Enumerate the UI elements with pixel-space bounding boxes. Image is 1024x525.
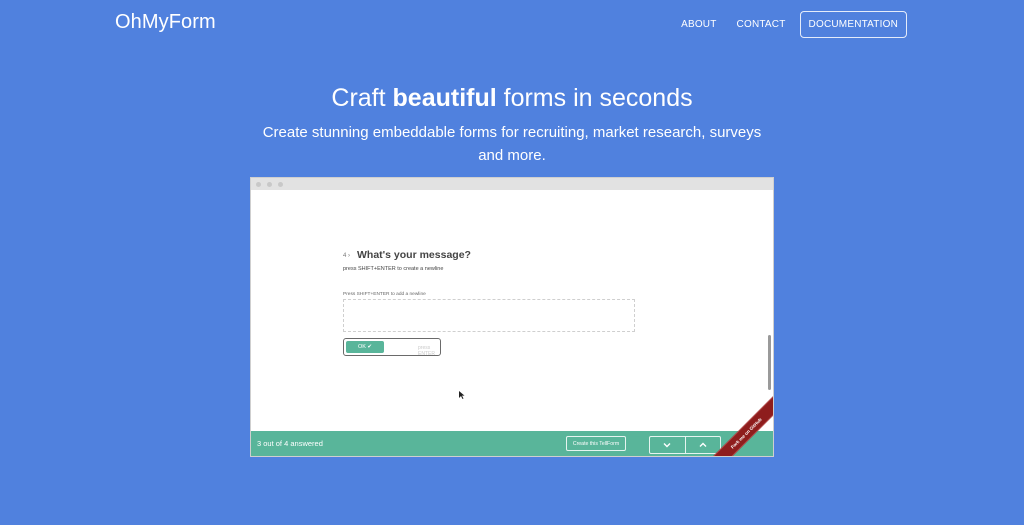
- window-dot-icon: [267, 182, 272, 187]
- textarea-label: Press SHIFT+ENTER to add a newline: [343, 292, 426, 297]
- documentation-button[interactable]: DOCUMENTATION: [799, 11, 907, 38]
- brand-logo[interactable]: OhMyForm: [115, 11, 216, 34]
- chevron-up-icon: [699, 442, 707, 447]
- window-dot-icon: [278, 182, 283, 187]
- nav-contact-link[interactable]: CONTACT: [737, 19, 786, 30]
- create-form-button[interactable]: Create this TellForm: [566, 436, 626, 451]
- form-preview-window: 4 › What's your message? press SHIFT+ENT…: [250, 177, 774, 457]
- hero-title-pre: Craft: [331, 84, 393, 112]
- progress-text: 3 out of 4 answered: [257, 439, 323, 448]
- ok-button[interactable]: OK ✔: [346, 341, 384, 353]
- window-title-bar: [251, 178, 773, 190]
- question-number: 4 ›: [343, 253, 351, 259]
- scrollbar[interactable]: [768, 335, 771, 390]
- hero-subtitle: Create stunning embeddable forms for rec…: [262, 124, 762, 164]
- chevron-down-icon: [663, 443, 671, 448]
- question-nav: [649, 436, 721, 454]
- window-dot-icon: [256, 182, 261, 187]
- previous-question-button[interactable]: [684, 437, 721, 453]
- ok-group: OK ✔ press ENTER: [343, 338, 441, 357]
- top-nav: ABOUT CONTACT DOCUMENTATION: [661, 11, 907, 38]
- nav-about-link[interactable]: ABOUT: [681, 19, 716, 30]
- question-hint: press SHIFT+ENTER to create a newline: [343, 266, 444, 272]
- hero-title: Craft beautiful forms in seconds: [0, 84, 1024, 113]
- next-question-button[interactable]: [650, 437, 685, 453]
- mouse-pointer-icon: [459, 391, 465, 399]
- message-textarea[interactable]: [343, 299, 635, 332]
- form-footer-bar: 3 out of 4 answered Create this TellForm: [251, 431, 773, 456]
- question-title: What's your message?: [357, 249, 471, 261]
- hero-title-post: forms in seconds: [496, 84, 693, 112]
- hero-title-bold: beautiful: [392, 84, 497, 112]
- ok-hint: press ENTER: [418, 345, 435, 357]
